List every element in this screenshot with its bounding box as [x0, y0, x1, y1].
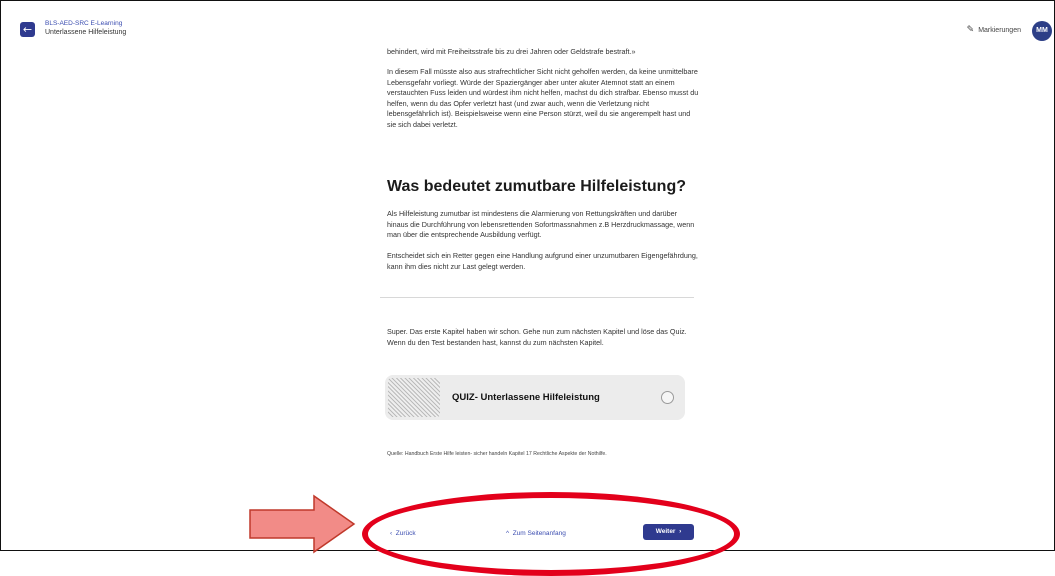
source-note: Quelle: Handbuch Erste Hilfe leisten- si… — [387, 451, 607, 457]
quiz-card[interactable]: QUIZ- Unterlassene Hilfeleistung — [385, 375, 685, 420]
paragraph-next-chapter: Super. Das erste Kapitel haben wir schon… — [387, 327, 687, 347]
quiz-thumbnail — [388, 378, 440, 417]
back-button[interactable]: ← — [20, 22, 35, 37]
quiz-title: QUIZ- Unterlassene Hilfeleistung — [452, 392, 600, 403]
lesson-title: Unterlassene Hilfeleistung — [45, 29, 127, 36]
paragraph-reasonable-help: Als Hilfeleistung zumutbar ist mindesten… — [387, 209, 695, 239]
arrow-left-icon: ← — [22, 23, 33, 36]
avatar[interactable]: MM — [1032, 21, 1052, 41]
paragraph-self-danger: Entscheidet sich ein Retter gegen eine H… — [387, 251, 698, 271]
annotation-ellipse — [362, 492, 740, 576]
pencil-icon: ✎ — [966, 25, 975, 35]
markings-button[interactable]: ✎ Markierungen — [967, 25, 1021, 35]
top-bar: ← BLS-AED-SRC E-Learning Unterlassene Hi… — [1, 1, 1054, 45]
divider — [380, 297, 694, 298]
paragraph-quote-end: behindert, wird mit Freiheitsstrafe bis … — [387, 47, 636, 56]
annotation-arrow-icon — [249, 494, 356, 554]
section-heading: Was bedeutet zumutbare Hilfeleistung? — [387, 178, 686, 195]
quiz-status-radio — [661, 391, 674, 404]
paragraph-explanation: In diesem Fall müsste also aus strafrech… — [387, 67, 699, 129]
course-title: BLS-AED-SRC E-Learning — [45, 20, 123, 27]
markings-label: Markierungen — [978, 26, 1021, 34]
